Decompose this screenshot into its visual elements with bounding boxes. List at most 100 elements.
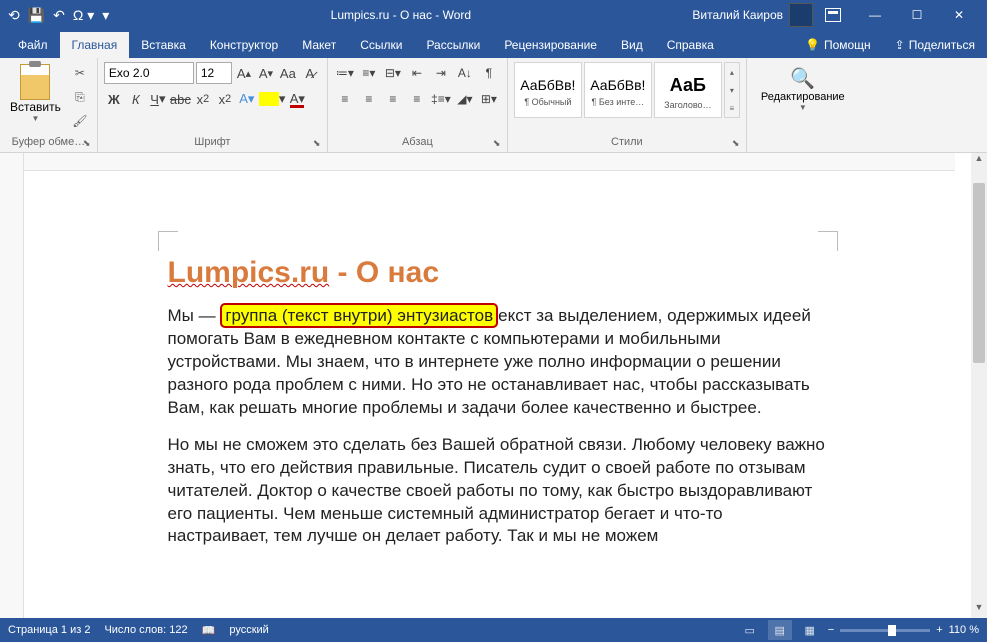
format-painter-icon[interactable]: 🖌 [69,110,91,132]
group-paragraph-label: Абзац [334,134,501,150]
user-name[interactable]: Виталий Каиров [692,8,783,22]
align-center-icon[interactable]: ≡ [358,88,380,110]
show-marks-icon[interactable]: ¶ [478,62,500,84]
align-left-icon[interactable]: ≡ [334,88,356,110]
subscript-icon[interactable]: x2 [193,88,213,110]
font-color-icon[interactable]: A▾ [287,88,307,110]
tab-view[interactable]: Вид [609,32,655,58]
zoom-out-icon[interactable]: − [828,624,834,636]
superscript-icon[interactable]: x2 [215,88,235,110]
document-title[interactable]: Lumpics.ru - О нас [168,256,828,290]
style-no-spacing[interactable]: АаБбВв! ¶ Без инте… [584,62,652,118]
scroll-up-icon[interactable]: ▲ [971,153,987,169]
shading-icon[interactable]: ◢▾ [454,88,476,110]
decrease-indent-icon[interactable]: ⇤ [406,62,428,84]
qat-customize-icon[interactable]: ▾ [102,7,109,24]
italic-button[interactable]: К [126,88,146,110]
tab-home[interactable]: Главная [60,32,130,58]
text-effects-icon[interactable]: A▾ [237,88,257,110]
avatar[interactable] [789,3,813,27]
ribbon-tabs: Файл Главная Вставка Конструктор Макет С… [0,30,987,58]
style-normal[interactable]: АаБбВв! ¶ Обычный [514,62,582,118]
tab-review[interactable]: Рецензирование [492,32,609,58]
paste-label: Вставить [10,100,61,114]
web-layout-icon[interactable]: ▦ [798,620,822,640]
group-clipboard-label: Буфер обме… [6,134,91,150]
redo-icon[interactable]: Ω ▾ [73,7,94,24]
strikethrough-icon[interactable]: abc [170,88,191,110]
vertical-ruler[interactable] [0,153,24,618]
horizontal-ruler[interactable] [24,153,955,171]
font-launcher-icon[interactable]: ⬊ [313,138,325,150]
line-spacing-icon[interactable]: ‡≡▾ [430,88,452,110]
shrink-font-icon[interactable]: A▾ [256,62,276,84]
tell-me-button[interactable]: 💡Помощн [793,32,883,58]
scroll-thumb[interactable] [973,183,985,363]
ribbon-display-options-icon[interactable] [813,1,853,29]
tab-references[interactable]: Ссылки [348,32,414,58]
style-heading1[interactable]: АаБ Заголово… [654,62,722,118]
clipboard-icon [20,64,50,100]
tab-design[interactable]: Конструктор [198,32,290,58]
undo-icon[interactable]: ↶ [53,7,65,24]
bold-button[interactable]: Ж [104,88,124,110]
search-icon: 🔍 [790,66,815,91]
zoom-slider[interactable] [840,629,930,632]
close-icon[interactable]: ✕ [939,1,979,29]
cut-icon[interactable]: ✂ [69,62,91,84]
print-layout-icon[interactable]: ▤ [768,620,792,640]
status-spellcheck-icon[interactable]: 📖 [202,624,216,637]
vertical-scrollbar[interactable]: ▲ ▼ [971,153,987,618]
sort-icon[interactable]: A↓ [454,62,476,84]
increase-indent-icon[interactable]: ⇥ [430,62,452,84]
zoom-in-icon[interactable]: + [936,624,942,636]
numbering-icon[interactable]: ≡▾ [358,62,380,84]
change-case-icon[interactable]: Aa [278,62,298,84]
underline-button[interactable]: Ч▾ [148,88,168,110]
group-styles: АаБбВв! ¶ Обычный АаБбВв! ¶ Без инте… Аа… [508,58,747,152]
borders-icon[interactable]: ⊞▾ [478,88,500,110]
bullets-icon[interactable]: ≔▾ [334,62,356,84]
group-clipboard: Вставить ▼ ✂ ⎘ 🖌 Буфер обме… ⬊ [0,58,98,152]
paragraph-launcher-icon[interactable]: ⬊ [493,138,505,150]
multilevel-list-icon[interactable]: ⊟▾ [382,62,404,84]
font-size-combo[interactable] [196,62,232,84]
paste-button[interactable]: Вставить ▼ [6,62,65,125]
clear-formatting-icon[interactable]: A̷ [300,62,320,84]
tab-insert[interactable]: Вставка [129,32,198,58]
group-font: A▴ A▾ Aa A̷ Ж К Ч▾ abc x2 x2 A▾ ▾ A▾ Шри… [98,58,328,152]
status-page[interactable]: Страница 1 из 2 [8,624,90,636]
document-paragraph-1[interactable]: Мы — группа (текст внутри) энтузиастовек… [168,305,828,420]
font-name-combo[interactable] [104,62,194,84]
document-paragraph-2[interactable]: Но мы не сможем это сделать без Вашей об… [168,434,828,549]
grow-font-icon[interactable]: A▴ [234,62,254,84]
highlighted-selection[interactable]: группа (текст внутри) энтузиастов [220,303,498,328]
editing-button[interactable]: 🔍 Редактирование ▼ [753,62,853,116]
copy-icon[interactable]: ⎘ [69,86,91,108]
clipboard-launcher-icon[interactable]: ⬊ [83,138,95,150]
document-page[interactable]: Lumpics.ru - О нас Мы — группа (текст вн… [58,181,938,582]
justify-icon[interactable]: ≡ [406,88,428,110]
styles-gallery-more-icon[interactable]: ▴▾≡ [724,62,740,118]
save-icon[interactable]: 💾 [28,7,45,24]
status-language[interactable]: русский [229,624,268,636]
margin-corner-icon [818,231,838,251]
window-title: Lumpics.ru - О нас - Word [109,8,692,22]
minimize-icon[interactable]: — [855,1,895,29]
scroll-down-icon[interactable]: ▼ [971,602,987,618]
tab-mailings[interactable]: Рассылки [414,32,492,58]
tab-layout[interactable]: Макет [290,32,348,58]
zoom-level[interactable]: 110 % [949,624,979,636]
share-button[interactable]: ⇪Поделиться [883,32,987,58]
highlight-color-icon[interactable]: ▾ [259,88,286,110]
align-right-icon[interactable]: ≡ [382,88,404,110]
styles-launcher-icon[interactable]: ⬊ [732,138,744,150]
tab-help[interactable]: Справка [655,32,726,58]
margin-corner-icon [158,231,178,251]
read-mode-icon[interactable]: ▭ [738,620,762,640]
status-wordcount[interactable]: Число слов: 122 [104,624,187,636]
maximize-icon[interactable]: ☐ [897,1,937,29]
autosave-icon[interactable]: ⟲ [8,7,20,24]
group-paragraph: ≔▾ ≡▾ ⊟▾ ⇤ ⇥ A↓ ¶ ≡ ≡ ≡ ≡ ‡≡▾ ◢▾ ⊞▾ Абза… [328,58,508,152]
tab-file[interactable]: Файл [6,32,60,58]
